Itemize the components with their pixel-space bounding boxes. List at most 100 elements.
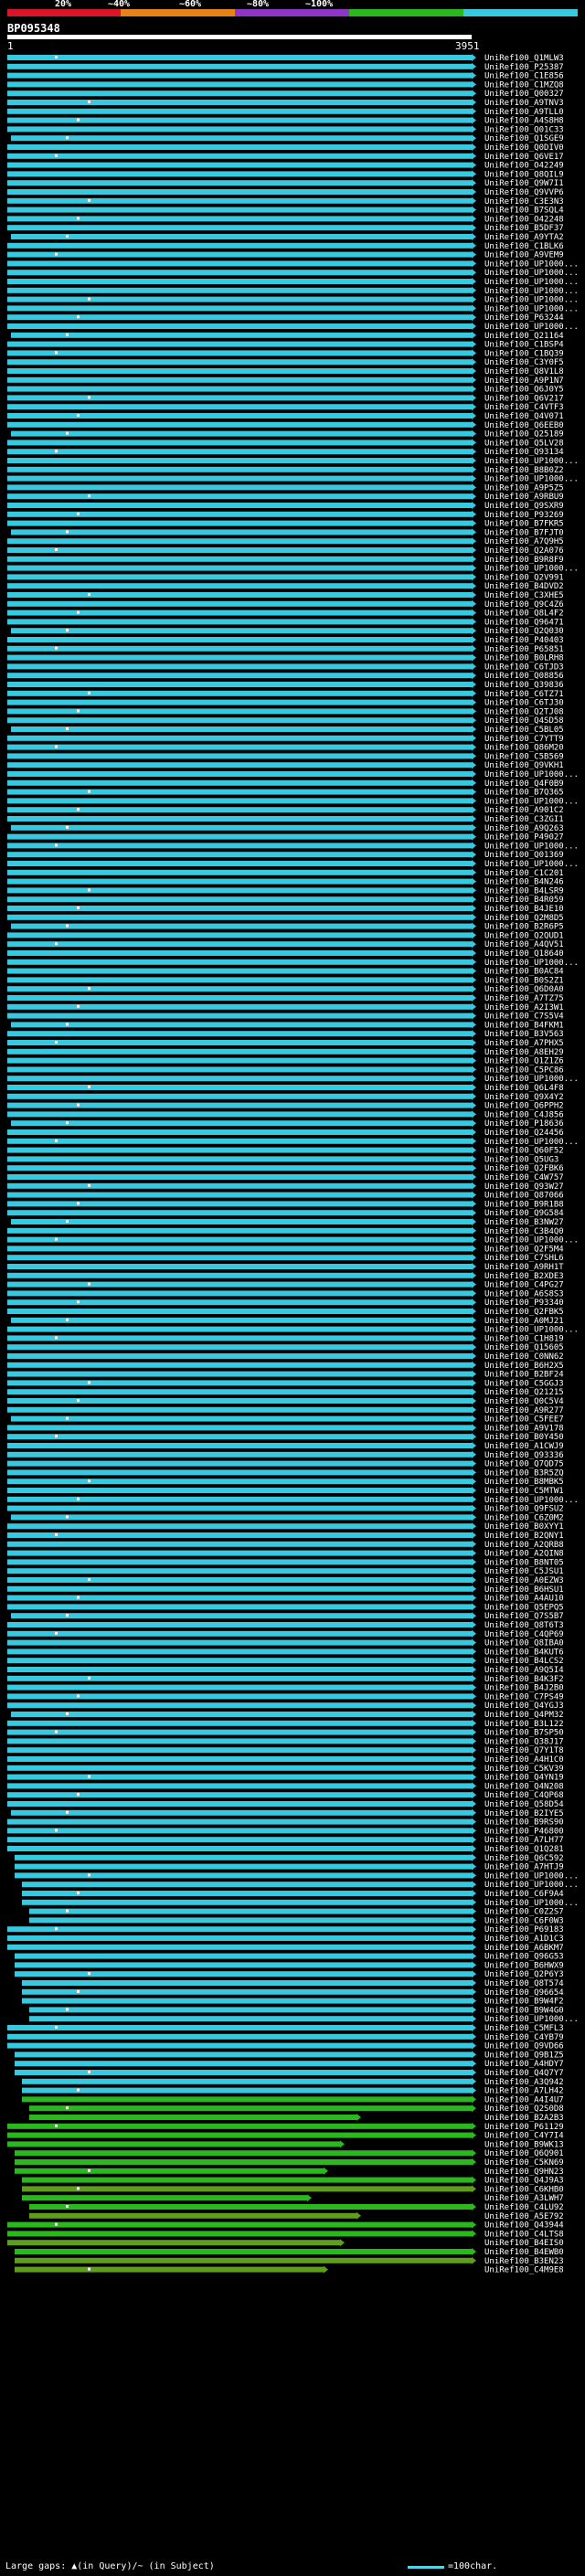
hit-row[interactable]: UniRef100_B4R059 <box>7 896 564 905</box>
hit-label[interactable]: UniRef100_Q39836 <box>484 681 564 690</box>
hit-row[interactable]: UniRef100_A4H1C0 <box>7 1755 564 1765</box>
hit-label[interactable]: UniRef100_C4PG27 <box>484 1281 564 1290</box>
hit-bar[interactable] <box>7 1174 472 1180</box>
hit-bar[interactable] <box>7 520 472 526</box>
hit-row[interactable]: UniRef100_Q21215 <box>7 1388 564 1397</box>
hit-row[interactable]: UniRef100_B7FJT0 <box>11 528 564 537</box>
hit-bar[interactable] <box>7 789 472 795</box>
hit-label[interactable]: UniRef100_C7SHL6 <box>484 1254 564 1263</box>
hit-bar[interactable] <box>7 1031 472 1037</box>
hit-label[interactable]: UniRef100_A9VEM9 <box>484 251 564 260</box>
hit-bar[interactable] <box>7 950 472 956</box>
hit-label[interactable]: UniRef100_A4S8H8 <box>484 117 564 126</box>
hit-label[interactable]: UniRef100_UP1000... <box>484 797 579 806</box>
hit-label[interactable]: UniRef100_Q9VKH1 <box>484 761 564 770</box>
hit-label[interactable]: UniRef100_Q9G584 <box>484 1209 564 1218</box>
hit-row[interactable]: UniRef100_B4EIS0 <box>7 2239 564 2248</box>
hit-row[interactable]: UniRef100_A4QV51 <box>7 940 564 949</box>
hit-row[interactable]: UniRef100_A9VEM9 <box>7 250 564 260</box>
hit-row[interactable]: UniRef100_B7SQL4 <box>7 206 564 216</box>
hit-bar[interactable] <box>7 1443 472 1448</box>
hit-label[interactable]: UniRef100_B6HWX9 <box>484 1961 564 1970</box>
hit-row[interactable]: UniRef100_Q4F0B9 <box>7 779 564 789</box>
hit-bar[interactable] <box>11 726 472 732</box>
hit-label[interactable]: UniRef100_Q2F5M4 <box>484 1245 564 1254</box>
hit-row[interactable]: UniRef100_UP1000... <box>7 1075 579 1084</box>
hit-bar[interactable] <box>7 1380 472 1386</box>
hit-row[interactable]: UniRef100_Q1MLW3 <box>7 54 564 63</box>
hit-row[interactable]: UniRef100_Q6J0Y5 <box>7 385 564 395</box>
hit-bar[interactable] <box>7 1944 472 1950</box>
hit-label[interactable]: UniRef100_A7Q9H5 <box>484 537 564 546</box>
hit-row[interactable]: UniRef100_A9YTA2 <box>11 233 564 242</box>
hit-label[interactable]: UniRef100_A9RH1T <box>484 1263 564 1272</box>
hit-bar[interactable] <box>7 843 472 849</box>
hit-label[interactable]: UniRef100_UP1000... <box>484 1326 579 1335</box>
hit-bar[interactable] <box>7 144 472 150</box>
hit-label[interactable]: UniRef100_Q4YGJ3 <box>484 1701 564 1711</box>
hit-row[interactable]: UniRef100_A6S8S3 <box>7 1289 564 1299</box>
hit-bar[interactable] <box>7 207 472 213</box>
hit-label[interactable]: UniRef100_UP1000... <box>484 1138 579 1147</box>
hit-row[interactable]: UniRef100_C5B569 <box>7 752 564 761</box>
hit-row[interactable]: UniRef100_C4Y7I4 <box>7 2131 564 2141</box>
hit-bar[interactable] <box>11 1022 472 1028</box>
hit-label[interactable]: UniRef100_B0AC84 <box>484 968 564 977</box>
hit-row[interactable]: UniRef100_Q6V217 <box>7 394 564 403</box>
hit-bar[interactable] <box>7 55 472 60</box>
hit-row[interactable]: UniRef100_C5MFL3 <box>7 2024 564 2033</box>
hit-bar[interactable] <box>7 359 472 366</box>
hit-bar[interactable] <box>22 1988 472 1995</box>
hit-row[interactable]: UniRef100_B4J2B0 <box>7 1683 564 1693</box>
hit-bar[interactable] <box>7 1335 472 1341</box>
hit-bar[interactable] <box>15 2266 324 2273</box>
hit-label[interactable]: UniRef100_C1MZQ8 <box>484 80 564 90</box>
hit-row[interactable]: UniRef100_Q39836 <box>7 681 564 690</box>
hit-label[interactable]: UniRef100_B8NT05 <box>484 1558 564 1567</box>
hit-bar[interactable] <box>7 645 472 652</box>
hit-label[interactable]: UniRef100_B8MBK5 <box>484 1478 564 1487</box>
hit-row[interactable]: UniRef100_C1BSP4 <box>7 340 564 350</box>
hit-row[interactable]: UniRef100_C6F0W3 <box>29 1916 564 1925</box>
hit-row[interactable]: UniRef100_B0LRH8 <box>7 653 564 663</box>
hit-row[interactable]: UniRef100_B9RS90 <box>7 1818 564 1828</box>
hit-label[interactable]: UniRef100_C5GGJ3 <box>484 1379 564 1388</box>
hit-label[interactable]: UniRef100_B5DF37 <box>484 224 564 233</box>
hit-row[interactable]: UniRef100_C4W757 <box>7 1173 564 1182</box>
hit-row[interactable]: UniRef100_Q4YN19 <box>7 1773 564 1783</box>
hit-label[interactable]: UniRef100_C1BLK6 <box>484 242 564 251</box>
hit-row[interactable]: UniRef100_C1C201 <box>7 868 564 878</box>
hit-row[interactable]: UniRef100_B4KUT6 <box>7 1648 564 1657</box>
hit-bar[interactable] <box>7 1326 472 1332</box>
hit-row[interactable]: UniRef100_C7S5V4 <box>7 1012 564 1022</box>
hit-label[interactable]: UniRef100_B9W4G0 <box>484 2006 564 2015</box>
hit-label[interactable]: UniRef100_P49027 <box>484 833 564 843</box>
hit-label[interactable]: UniRef100_C4Y7I4 <box>484 2132 564 2141</box>
hit-row[interactable]: UniRef100_Q8T6T3 <box>7 1621 564 1630</box>
hit-row[interactable]: UniRef100_UP1000... <box>7 797 579 806</box>
hit-label[interactable]: UniRef100_Q21215 <box>484 1388 564 1397</box>
hit-row[interactable]: UniRef100_B2XDE3 <box>7 1271 564 1281</box>
hit-row[interactable]: UniRef100_B8NT05 <box>7 1558 564 1567</box>
hit-bar[interactable] <box>7 762 472 769</box>
hit-row[interactable]: UniRef100_C3B4Q0 <box>7 1226 564 1236</box>
hit-label[interactable]: UniRef100_UP1000... <box>484 565 579 574</box>
hit-row[interactable]: UniRef100_P93269 <box>7 510 564 520</box>
hit-label[interactable]: UniRef100_B7Q365 <box>484 789 564 798</box>
hit-bar[interactable] <box>7 1622 472 1627</box>
hit-label[interactable]: UniRef100_B4EIS0 <box>484 2239 564 2248</box>
hit-bar[interactable] <box>11 234 472 239</box>
hit-label[interactable]: UniRef100_Q01C33 <box>484 125 564 134</box>
hit-row[interactable]: UniRef100_B3R5ZQ <box>7 1468 564 1478</box>
hit-label[interactable]: UniRef100_Q9X4Y2 <box>484 1093 564 1102</box>
hit-bar[interactable] <box>11 1415 472 1422</box>
hit-label[interactable]: UniRef100_P93269 <box>484 511 564 520</box>
hit-label[interactable]: UniRef100_B9RS90 <box>484 1818 564 1828</box>
hit-row[interactable]: UniRef100_C4LTS8 <box>7 2230 564 2239</box>
hit-bar[interactable] <box>7 1801 472 1807</box>
hit-bar[interactable] <box>7 2025 472 2030</box>
hit-bar[interactable] <box>11 1712 472 1717</box>
hit-label[interactable]: UniRef100_Q6PPH2 <box>484 1102 564 1111</box>
hit-label[interactable]: UniRef100_C4M9E8 <box>484 2266 564 2275</box>
hit-bar[interactable] <box>7 887 472 894</box>
